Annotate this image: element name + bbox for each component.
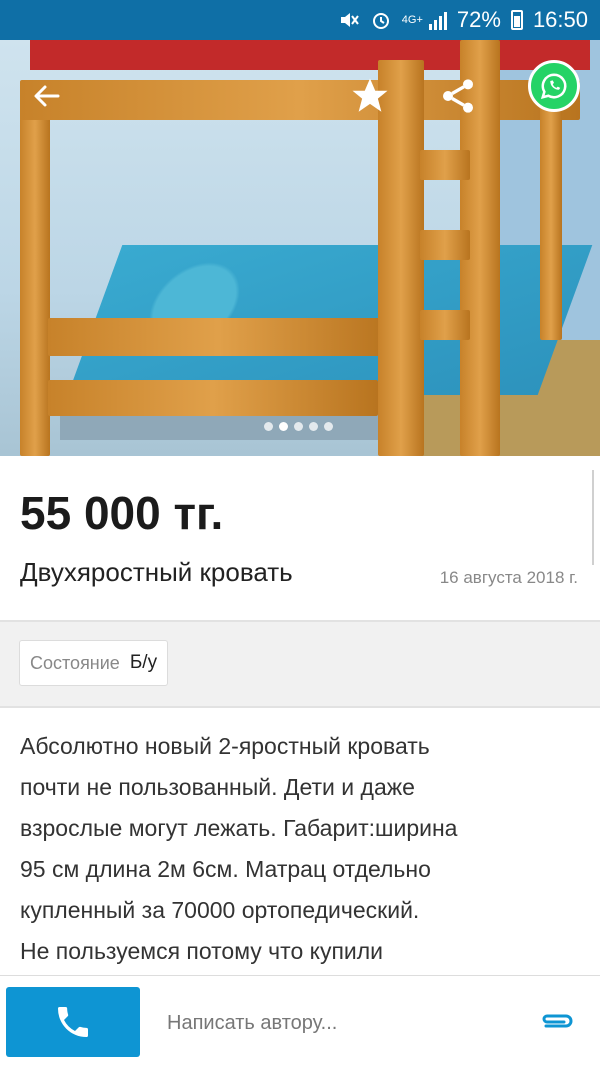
message-input[interactable]: Написать автору... [167,1012,337,1035]
alarm-icon [370,9,392,31]
gallery-dot[interactable] [309,422,318,431]
clock: 16:50 [532,7,588,32]
mute-icon [338,9,360,31]
condition-value: Б/у [129,652,158,673]
paperclip-icon [542,1014,573,1028]
condition-chip: Состояние Б/у [19,640,169,686]
bottom-bar: Написать автору... [0,975,600,1067]
gallery-pagination [264,422,333,431]
battery-icon [510,10,523,30]
gallery-dot[interactable] [279,422,288,431]
star-icon [352,78,388,112]
share-button[interactable] [430,68,486,124]
scroll-indicator [592,470,600,565]
description-line: Не пользуемся потому что купили [20,938,384,964]
listing-price: 55 000 тг. [20,487,224,539]
description-line: купленный за 70000 ортопедический. [20,897,420,923]
gallery-dot[interactable] [324,422,333,431]
battery-percent: 72% [456,7,501,32]
whatsapp-icon [540,73,567,100]
description-line: почти не пользованный. Дети и даже [20,774,415,800]
call-button[interactable] [6,987,140,1057]
arrow-left-icon [34,85,60,107]
gallery-dot[interactable] [294,422,303,431]
description-line: 95 см длина 2м 6см. Матрац отдельно [20,856,431,882]
signal-icon [428,10,447,30]
description-line: Абсолютно новый 2-яростный кровать [20,733,430,759]
listing-date: 16 августа 2018 г. [439,568,578,587]
back-button[interactable] [18,68,74,124]
status-bar: 4G+ 72% 16:50 [0,0,600,40]
gallery-dot[interactable] [264,422,273,431]
network-type: 4G+ [401,13,423,26]
phone-icon [58,1007,88,1037]
share-icon [443,79,473,113]
description-line: взрослые могут лежать. Габарит:ширина [20,815,458,841]
listing-description: Абсолютно новый 2-яростный кровать почти… [20,726,580,970]
whatsapp-button[interactable] [528,60,580,112]
attach-button[interactable] [538,1007,574,1037]
condition-label: Состояние [30,652,120,673]
photo-gallery[interactable] [0,40,600,456]
listing-title: Двухяростный кровать [20,557,293,587]
favorite-button[interactable] [342,68,398,124]
